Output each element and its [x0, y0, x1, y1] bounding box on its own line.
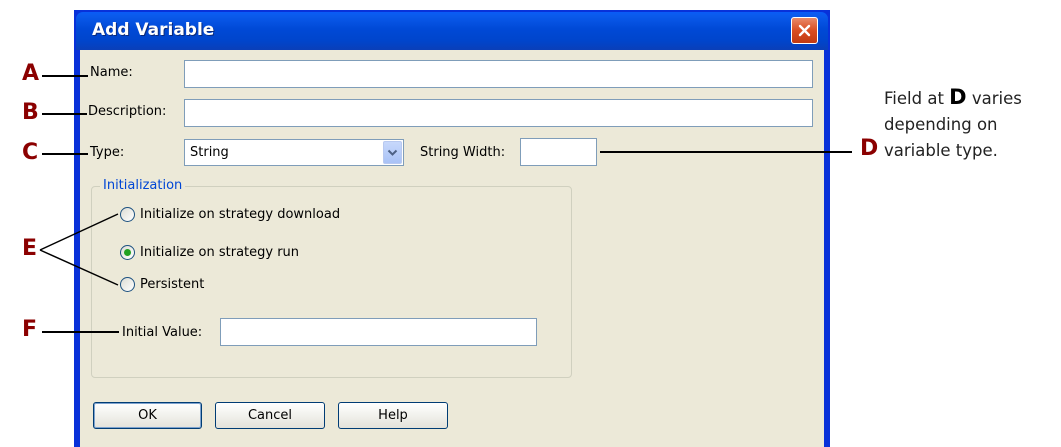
- callout-a: A: [22, 61, 40, 86]
- radio-initialize-run-label[interactable]: Initialize on strategy run: [140, 245, 299, 260]
- string-width-input[interactable]: [520, 138, 597, 166]
- callout-f-leader: [42, 331, 119, 333]
- initial-value-input[interactable]: [220, 318, 537, 346]
- name-input[interactable]: [184, 60, 813, 88]
- callout-d: D: [860, 136, 879, 161]
- callout-a-leader: [42, 75, 88, 77]
- type-select-value: String: [190, 145, 229, 160]
- note-prefix: Field at: [884, 89, 950, 108]
- radio-selected-dot: [124, 249, 131, 256]
- description-label: Description:: [88, 104, 167, 119]
- close-icon: [798, 24, 811, 37]
- callout-d-leader: [600, 151, 852, 153]
- callout-b-leader: [42, 113, 87, 115]
- radio-persistent[interactable]: [120, 277, 135, 292]
- type-label: Type:: [90, 145, 125, 160]
- dialog-title: Add Variable: [92, 20, 215, 40]
- callout-note: Field at D varies depending on variable …: [884, 84, 1054, 164]
- radio-initialize-download-label[interactable]: Initialize on strategy download: [140, 207, 340, 222]
- radio-persistent-label[interactable]: Persistent: [140, 277, 204, 292]
- note-letter: D: [949, 85, 967, 109]
- type-dropdown-button[interactable]: [383, 141, 402, 164]
- ok-button[interactable]: OK: [93, 402, 202, 429]
- initialization-group-label: Initialization: [100, 178, 186, 193]
- callout-c-leader: [42, 153, 88, 155]
- chevron-down-icon: [387, 149, 398, 156]
- radio-initialize-download[interactable]: [120, 207, 135, 222]
- description-input[interactable]: [184, 99, 813, 127]
- name-label: Name:: [90, 65, 133, 80]
- cancel-button[interactable]: Cancel: [215, 402, 325, 429]
- callout-f: F: [22, 317, 38, 342]
- callout-e: E: [22, 236, 38, 261]
- callout-c: C: [22, 140, 39, 165]
- close-button[interactable]: [791, 17, 818, 44]
- initial-value-label: Initial Value:: [122, 325, 203, 340]
- help-button[interactable]: Help: [338, 402, 448, 429]
- callout-b: B: [22, 100, 39, 125]
- string-width-label: String Width:: [420, 145, 506, 160]
- callout-e-leaders: [39, 213, 119, 286]
